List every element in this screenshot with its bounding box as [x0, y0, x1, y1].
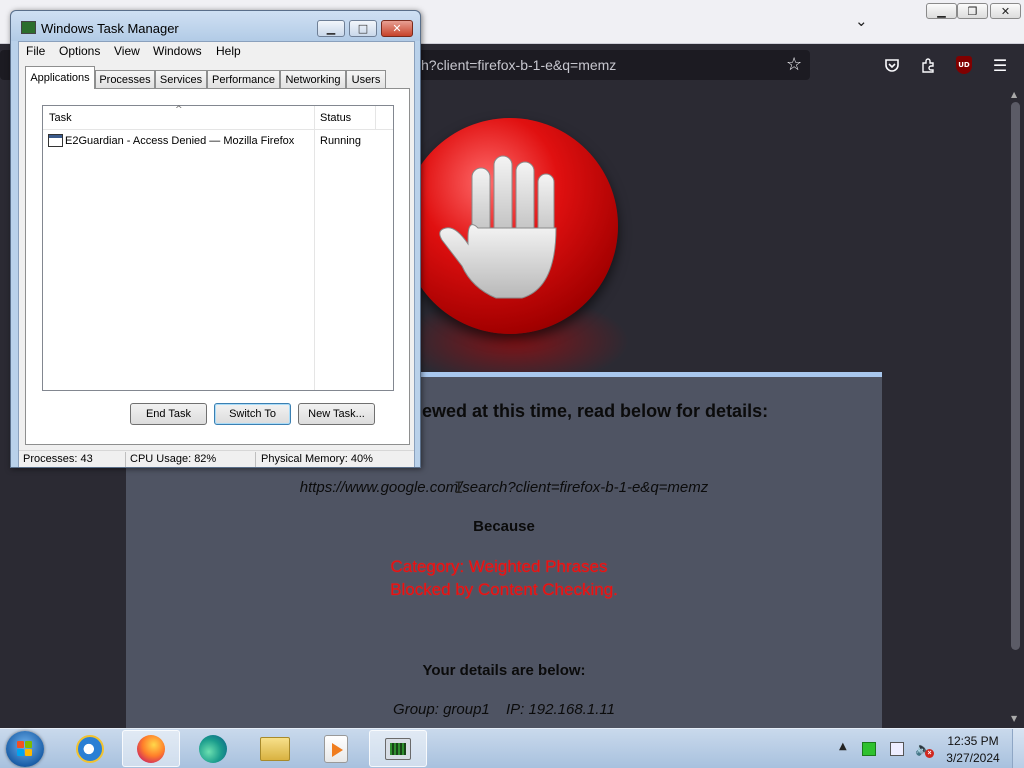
physical-memory: Physical Memory: 40% [261, 453, 373, 465]
internet-explorer-icon [76, 734, 104, 763]
details-heading: Your details are below: [422, 662, 586, 679]
clock-date[interactable]: 3/27/2024 [942, 751, 1004, 765]
table-row[interactable]: E2Guardian - Access Denied — Mozilla Fir… [43, 132, 393, 150]
scroll-down-icon[interactable]: ▼ [1011, 714, 1017, 723]
user-details: Group: group1 IP: 192.168.1.11 [126, 701, 882, 718]
bookmark-star-icon[interactable]: ☆ [786, 54, 802, 75]
tm-maximize-button[interactable]: □ [349, 20, 377, 37]
status-bar: Processes: 43 CPU Usage: 82% Physical Me… [19, 450, 414, 467]
windows-logo-icon [17, 741, 33, 757]
task-manager-icon [21, 21, 36, 34]
task-status: Running [320, 135, 361, 147]
taskbar-media-player[interactable] [307, 730, 365, 767]
block-reason-category: Category: Weighted Phrases [390, 557, 608, 576]
clock-time[interactable]: 12:35 PM [942, 734, 1004, 748]
ublock-origin-icon[interactable]: UD [953, 54, 975, 76]
network-icon[interactable] [890, 742, 904, 756]
column-divider [375, 106, 376, 130]
block-reason-method: Blocked by Content Checking. [390, 580, 618, 599]
taskbar-task-manager[interactable] [369, 730, 427, 767]
stop-hand-icon [402, 118, 618, 334]
restore-button[interactable]: ❐ [957, 3, 988, 19]
cpu-usage: CPU Usage: 82% [130, 453, 217, 465]
task-list-header: ^ Task Status [43, 105, 393, 130]
column-status[interactable]: Status [320, 112, 351, 124]
task-name[interactable]: E2Guardian - Access Denied — Mozilla Fir… [65, 135, 294, 147]
new-task-button[interactable]: New Task... [298, 403, 375, 425]
group-value: Group: group1 [393, 701, 490, 718]
taskbar: ▲ 🔈 × 12:35 PM 3/27/2024 [0, 728, 1024, 768]
show-desktop-button[interactable] [1012, 729, 1024, 768]
tab-users[interactable]: Users [346, 70, 386, 88]
menu-help[interactable]: Help [216, 44, 241, 58]
applications-pane: ^ Task Status E2Guardian - Access Denied… [25, 88, 410, 445]
media-player-icon [324, 734, 348, 763]
window-icon [48, 134, 63, 147]
app-menu-icon[interactable]: ☰ [989, 54, 1011, 76]
muted-icon: × [925, 749, 934, 758]
tab-services[interactable]: Services [155, 70, 207, 88]
task-manager-titlebar[interactable]: Windows Task Manager ▁ □ ✕ [11, 11, 420, 41]
text-cursor-icon: I [454, 478, 464, 497]
scroll-thumb[interactable] [1011, 102, 1020, 650]
ublock-badge: UD [956, 56, 972, 74]
tab-performance[interactable]: Performance [207, 70, 280, 88]
menu-bar: File Options View Windows Help [19, 42, 414, 61]
ip-value: IP: 192.168.1.11 [505, 701, 615, 718]
list-all-tabs-icon[interactable]: ⌄ [855, 12, 868, 30]
taskbar-edge[interactable] [184, 730, 242, 767]
column-task[interactable]: Task [49, 112, 72, 124]
firefox-icon [137, 734, 165, 763]
edge-icon [199, 734, 227, 763]
menu-file[interactable]: File [26, 44, 45, 58]
menu-options[interactable]: Options [59, 44, 100, 58]
scroll-up-icon[interactable]: ▲ [1011, 90, 1017, 99]
taskbar-internet-explorer[interactable] [61, 730, 119, 767]
taskbar-windows-explorer[interactable] [246, 730, 304, 767]
switch-to-button[interactable]: Switch To [214, 403, 291, 425]
extensions-icon[interactable] [917, 54, 939, 76]
start-button[interactable] [6, 731, 44, 767]
window-title: Windows Task Manager [41, 21, 179, 36]
tm-minimize-button[interactable]: ▁ [317, 20, 345, 37]
task-manager-icon [385, 737, 411, 760]
tab-processes[interactable]: Processes [95, 70, 155, 88]
processes-count: Processes: 43 [23, 453, 93, 465]
close-button[interactable]: ✕ [990, 3, 1021, 19]
folder-icon [260, 736, 290, 761]
blocked-url: https://www.google.com/search?client=fir… [299, 479, 709, 496]
sort-ascending-icon: ^ [175, 105, 183, 115]
task-list[interactable]: ^ Task Status E2Guardian - Access Denied… [42, 105, 394, 391]
tab-networking[interactable]: Networking [280, 70, 346, 88]
because-label: Because [473, 518, 535, 535]
task-manager-window: Windows Task Manager ▁ □ ✕ File Options … [10, 10, 421, 468]
minimize-button[interactable]: ▁ [926, 3, 957, 19]
tray-app-icon[interactable] [862, 742, 876, 756]
end-task-button[interactable]: End Task [130, 403, 207, 425]
tab-applications[interactable]: Applications [25, 66, 95, 89]
task-manager-body: File Options View Windows Help Applicati… [18, 41, 415, 467]
menu-windows[interactable]: Windows [153, 44, 202, 58]
status-divider [255, 452, 256, 467]
menu-view[interactable]: View [114, 44, 140, 58]
page-scrollbar[interactable]: ▲ ▼ [1008, 86, 1024, 728]
taskbar-firefox[interactable] [122, 730, 180, 767]
status-divider [125, 452, 126, 467]
tm-close-button[interactable]: ✕ [381, 20, 413, 37]
pocket-icon[interactable] [881, 54, 903, 76]
address-bar-url[interactable]: h?client=firefox-b-1-e&q=memz [421, 57, 616, 73]
show-hidden-icons-icon[interactable]: ▲ [839, 741, 847, 752]
